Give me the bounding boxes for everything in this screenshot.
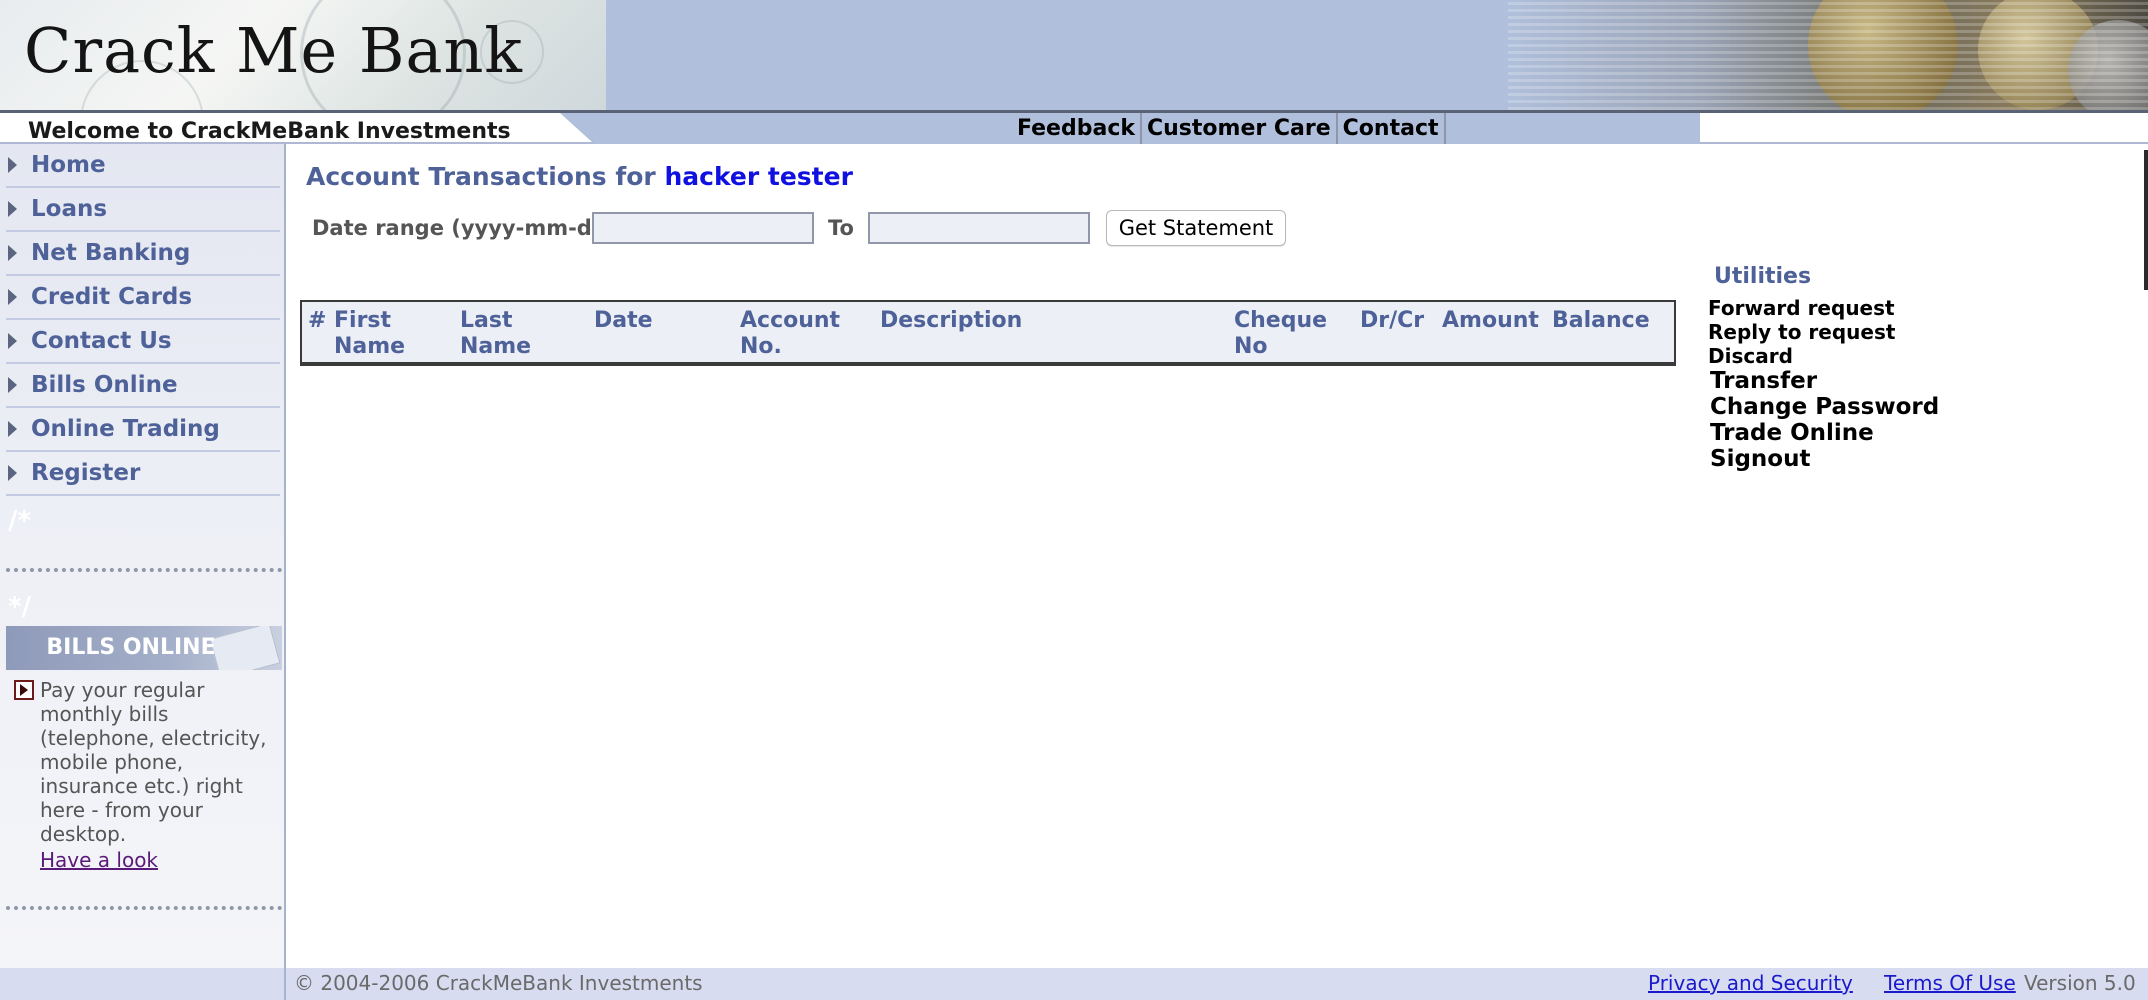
bank-logo[interactable]: Crack Me Bank (24, 14, 523, 87)
change-password-link[interactable]: Change Password (1710, 394, 1939, 420)
column-header-amount: Amount (1442, 308, 1539, 333)
comment-close-text: */ (8, 592, 32, 622)
welcome-text: Welcome to CrackMeBank Investments (28, 119, 511, 144)
banner-label: BILLS ONLINE (46, 635, 216, 660)
chevron-right-icon (8, 377, 17, 393)
column-header-description: Description (880, 308, 1023, 333)
date-range-label: Date range (yyyy-mm-dd) (312, 216, 617, 240)
footer: © 2004-2006 CrackMeBank Investments Priv… (0, 968, 2148, 1000)
customer-care-link[interactable]: Customer Care (1142, 113, 1338, 144)
contact-link[interactable]: Contact (1338, 113, 1446, 144)
reply-to-request-link[interactable]: Reply to request (1708, 320, 1895, 344)
chevron-right-icon (8, 201, 17, 217)
utilities-title: Utilities (1714, 264, 1812, 289)
divider (6, 906, 282, 910)
have-a-look-link[interactable]: Have a look (40, 848, 158, 872)
date-to-input[interactable] (868, 212, 1090, 244)
sidebar-item-credit-cards[interactable]: Credit Cards (6, 276, 280, 320)
logo-area: Crack Me Bank (0, 0, 606, 110)
arrow-box-icon (14, 680, 34, 700)
get-statement-button[interactable]: Get Statement (1106, 210, 1286, 246)
column-header-date: Date (594, 308, 653, 333)
column-header-dr-cr: Dr/Cr (1360, 308, 1425, 333)
divider (6, 568, 282, 572)
trade-online-link[interactable]: Trade Online (1710, 420, 1874, 446)
sidebar-item-label: Credit Cards (31, 284, 193, 310)
sidebar-item-online-trading[interactable]: Online Trading (6, 408, 280, 452)
sidebar-item-net-banking[interactable]: Net Banking (6, 232, 280, 276)
promo-text: Pay your regular monthly bills (telephon… (40, 678, 267, 846)
top-links: Feedback Customer Care Contact (1012, 113, 1446, 144)
column-header-last-name: Last Name (460, 308, 532, 359)
chevron-right-icon (8, 333, 17, 349)
sidebar-item-bills-online[interactable]: Bills Online (6, 364, 280, 408)
discard-link[interactable]: Discard (1708, 344, 1793, 368)
forward-request-link[interactable]: Forward request (1708, 296, 1895, 320)
sidebar-item-label: Loans (31, 196, 108, 222)
sidebar-item-loans[interactable]: Loans (6, 188, 280, 232)
header-banner: Crack Me Bank (0, 0, 2148, 110)
date-from-input[interactable] (592, 212, 814, 244)
sidebar-item-label: Home (31, 152, 106, 178)
chevron-right-icon (8, 421, 17, 437)
sidebar-item-register[interactable]: Register (6, 452, 280, 496)
user-name: hacker tester (664, 162, 853, 191)
title-prefix: Account Transactions for (306, 162, 656, 191)
terms-of-use-link[interactable]: Terms Of Use (1884, 971, 2016, 995)
sidebar-item-home[interactable]: Home (6, 144, 280, 188)
page-title: Account Transactions for hacker tester (306, 162, 853, 191)
top-nav-bar: Welcome to CrackMeBank Investments Feedb… (0, 110, 2148, 144)
chevron-right-icon (8, 157, 17, 173)
signout-link[interactable]: Signout (1710, 446, 1810, 472)
sidebar-item-label: Bills Online (31, 372, 178, 398)
transfer-link[interactable]: Transfer (1710, 368, 1817, 394)
column-header-first-name: First Name (334, 308, 406, 359)
sidebar-item-label: Online Trading (31, 416, 220, 442)
feedback-link[interactable]: Feedback (1012, 113, 1142, 144)
sidebar-item-contact-us[interactable]: Contact Us (6, 320, 280, 364)
column-header-number: # (308, 308, 327, 333)
transactions-table: # First Name Last Name Date Account No. Des… (300, 300, 1676, 366)
coins-banner-image (1508, 0, 2148, 110)
divider (284, 968, 286, 1000)
bills-online-banner[interactable]: BILLS ONLINE (6, 626, 282, 670)
chevron-right-icon (8, 245, 17, 261)
version-text: Version 5.0 (2024, 971, 2136, 995)
column-header-cheque-no: Cheque No (1234, 308, 1328, 359)
sidebar-item-label: Register (31, 460, 141, 486)
sidebar-item-label: Net Banking (31, 240, 191, 266)
comment-open-text: /* (8, 506, 32, 536)
scrollbar[interactable] (2144, 150, 2148, 290)
chevron-right-icon (8, 289, 17, 305)
sidebar: Home Loans Net Banking Credit Cards Cont… (0, 144, 286, 968)
copyright-text: © 2004-2006 CrackMeBank Investments (294, 971, 703, 995)
chevron-right-icon (8, 465, 17, 481)
privacy-security-link[interactable]: Privacy and Security (1648, 971, 1853, 995)
sidebar-item-label: Contact Us (31, 328, 172, 354)
column-header-account-no: Account No. (740, 308, 841, 359)
column-header-balance: Balance (1552, 308, 1650, 333)
to-label: To (828, 216, 854, 240)
